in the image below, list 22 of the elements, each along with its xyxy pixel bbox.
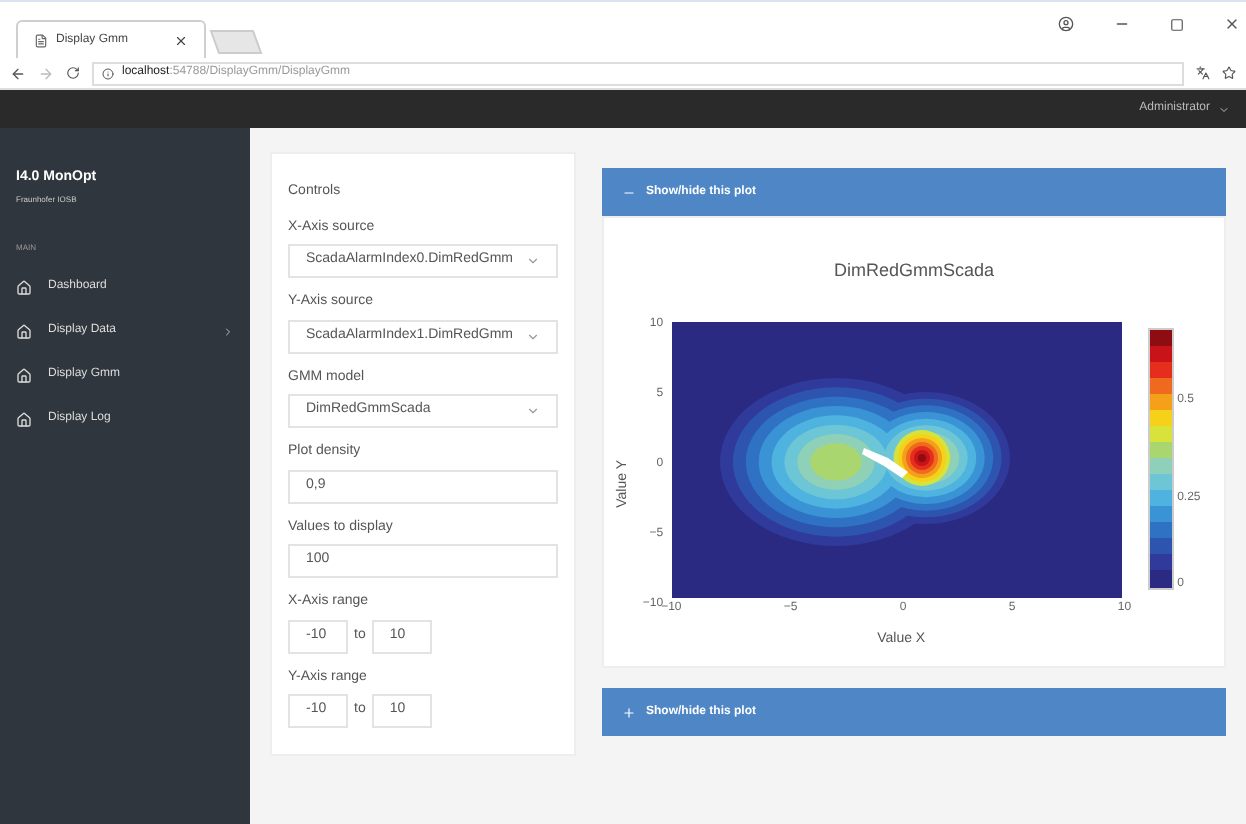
home-icon bbox=[16, 367, 32, 383]
caret-icon bbox=[526, 404, 540, 418]
close-window-icon[interactable] bbox=[1224, 16, 1240, 32]
maximize-icon[interactable] bbox=[1170, 17, 1184, 31]
plot-title: DimRedGmmScada bbox=[833, 258, 995, 284]
close-tab-icon[interactable] bbox=[174, 33, 188, 47]
home-icon bbox=[16, 411, 32, 427]
caret-icon bbox=[1218, 103, 1230, 115]
back-icon[interactable] bbox=[10, 65, 26, 81]
contour-band bbox=[917, 453, 926, 461]
gap-mark bbox=[861, 447, 908, 477]
reload-icon[interactable] bbox=[66, 66, 80, 80]
profile-icon[interactable] bbox=[1058, 16, 1074, 32]
translate-icon[interactable] bbox=[1196, 66, 1210, 80]
chevron-icon bbox=[222, 325, 234, 337]
bookmark-icon[interactable] bbox=[1222, 66, 1236, 80]
page-icon bbox=[34, 33, 48, 47]
caret-icon bbox=[526, 254, 540, 268]
home-icon bbox=[16, 323, 32, 339]
caret-icon bbox=[526, 329, 540, 343]
info-icon bbox=[102, 67, 114, 79]
home-icon bbox=[16, 279, 32, 295]
